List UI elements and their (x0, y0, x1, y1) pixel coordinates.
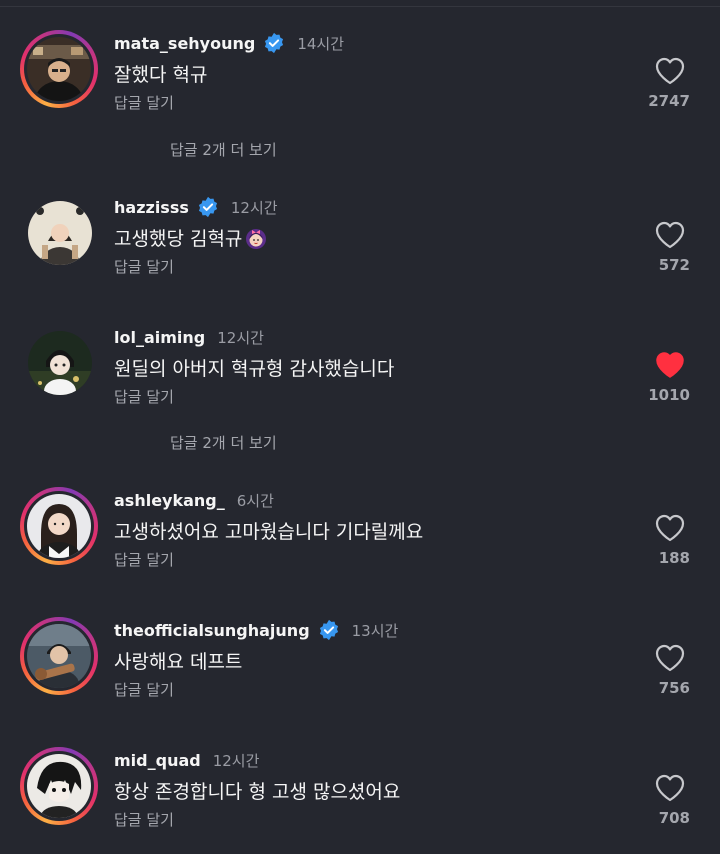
comment-time: 12시간 (212, 751, 260, 770)
comment-item: mid_quad 12시간 항상 존경합니다 형 고생 많으셨어요 답글 달기 … (0, 747, 720, 837)
comment-item: mata_sehyoung 14시간 잘했다 혁규 답글 달기 2747 (0, 30, 720, 120)
like-button[interactable] (654, 513, 686, 543)
reply-button[interactable]: 답글 달기 (114, 92, 174, 113)
comment-item: hazzisss 12시간 고생했당 김혁규 답글 달기 572 (0, 194, 720, 284)
comment-text: 사랑해요 데프트 (114, 651, 243, 673)
username[interactable]: hazzisss (114, 198, 189, 217)
like-count: 708 (658, 809, 690, 827)
heart-outline-icon (655, 644, 685, 672)
comment-text: 항상 존경합니다 형 고생 많으셨어요 (114, 781, 401, 803)
comment-time: 14시간 (297, 34, 345, 53)
reply-button[interactable]: 답글 달기 (114, 549, 174, 570)
comment-text: 원딜의 아버지 혁규형 감사했습니다 (114, 358, 395, 380)
heart-outline-icon (655, 57, 685, 85)
like-count: 572 (658, 256, 690, 274)
avatar[interactable] (28, 201, 92, 265)
comment-item: theofficialsunghajung 13시간 사랑해요 데프트 답글 달… (0, 617, 720, 707)
comment-text: 잘했다 혁규 (114, 64, 208, 86)
comment-text: 고생했당 김혁규 (114, 224, 268, 251)
like-count: 756 (658, 679, 690, 697)
verified-badge-icon (197, 196, 219, 218)
like-button[interactable] (654, 350, 686, 380)
face-with-bow-emoji-icon (244, 226, 268, 250)
comment-time: 12시간 (230, 198, 278, 217)
reply-button[interactable]: 답글 달기 (114, 256, 174, 277)
like-button[interactable] (654, 643, 686, 673)
heart-filled-icon (656, 352, 684, 378)
like-button[interactable] (654, 220, 686, 250)
avatar (27, 494, 91, 558)
heart-outline-icon (655, 774, 685, 802)
reply-button[interactable]: 답글 달기 (114, 679, 174, 700)
username[interactable]: theofficialsunghajung (114, 621, 310, 640)
username[interactable]: lol_aiming (114, 328, 205, 347)
avatar-story-ring[interactable] (20, 30, 98, 108)
comment-text: 고생하셨어요 고마웠습니다 기다릴께요 (114, 521, 424, 543)
reply-button[interactable]: 답글 달기 (114, 386, 174, 407)
username[interactable]: mid_quad (114, 751, 201, 770)
avatar (27, 624, 91, 688)
comment-item: lol_aiming 12시간 원딜의 아버지 혁규형 감사했습니다 답글 달기… (0, 324, 720, 414)
avatar (27, 754, 91, 818)
comment-item: ashleykang_ 6시간 고생하셨어요 고마웠습니다 기다릴께요 답글 달… (0, 487, 720, 577)
heart-outline-icon (655, 514, 685, 542)
like-button[interactable] (654, 773, 686, 803)
avatar (27, 37, 91, 101)
view-more-replies-button[interactable]: 답글 2개 더 보기 (170, 139, 277, 160)
avatar-story-ring[interactable] (20, 747, 98, 825)
view-more-replies-button[interactable]: 답글 2개 더 보기 (170, 432, 277, 453)
avatar-story-ring[interactable] (20, 487, 98, 565)
like-count: 2747 (648, 92, 690, 110)
verified-badge-icon (263, 32, 285, 54)
comment-time: 13시간 (351, 621, 399, 640)
username[interactable]: ashleykang_ (114, 491, 225, 510)
like-count: 188 (658, 549, 690, 567)
verified-badge-icon (318, 619, 340, 641)
comment-list: mata_sehyoung 14시간 잘했다 혁규 답글 달기 2747 답글 … (0, 0, 720, 854)
heart-outline-icon (655, 221, 685, 249)
reply-button[interactable]: 답글 달기 (114, 809, 174, 830)
avatar[interactable] (28, 331, 92, 395)
comment-time: 12시간 (217, 328, 264, 347)
avatar-story-ring[interactable] (20, 617, 98, 695)
like-button[interactable] (654, 56, 686, 86)
like-count: 1010 (648, 386, 690, 404)
username[interactable]: mata_sehyoung (114, 34, 255, 53)
comment-time: 6시간 (236, 491, 274, 510)
